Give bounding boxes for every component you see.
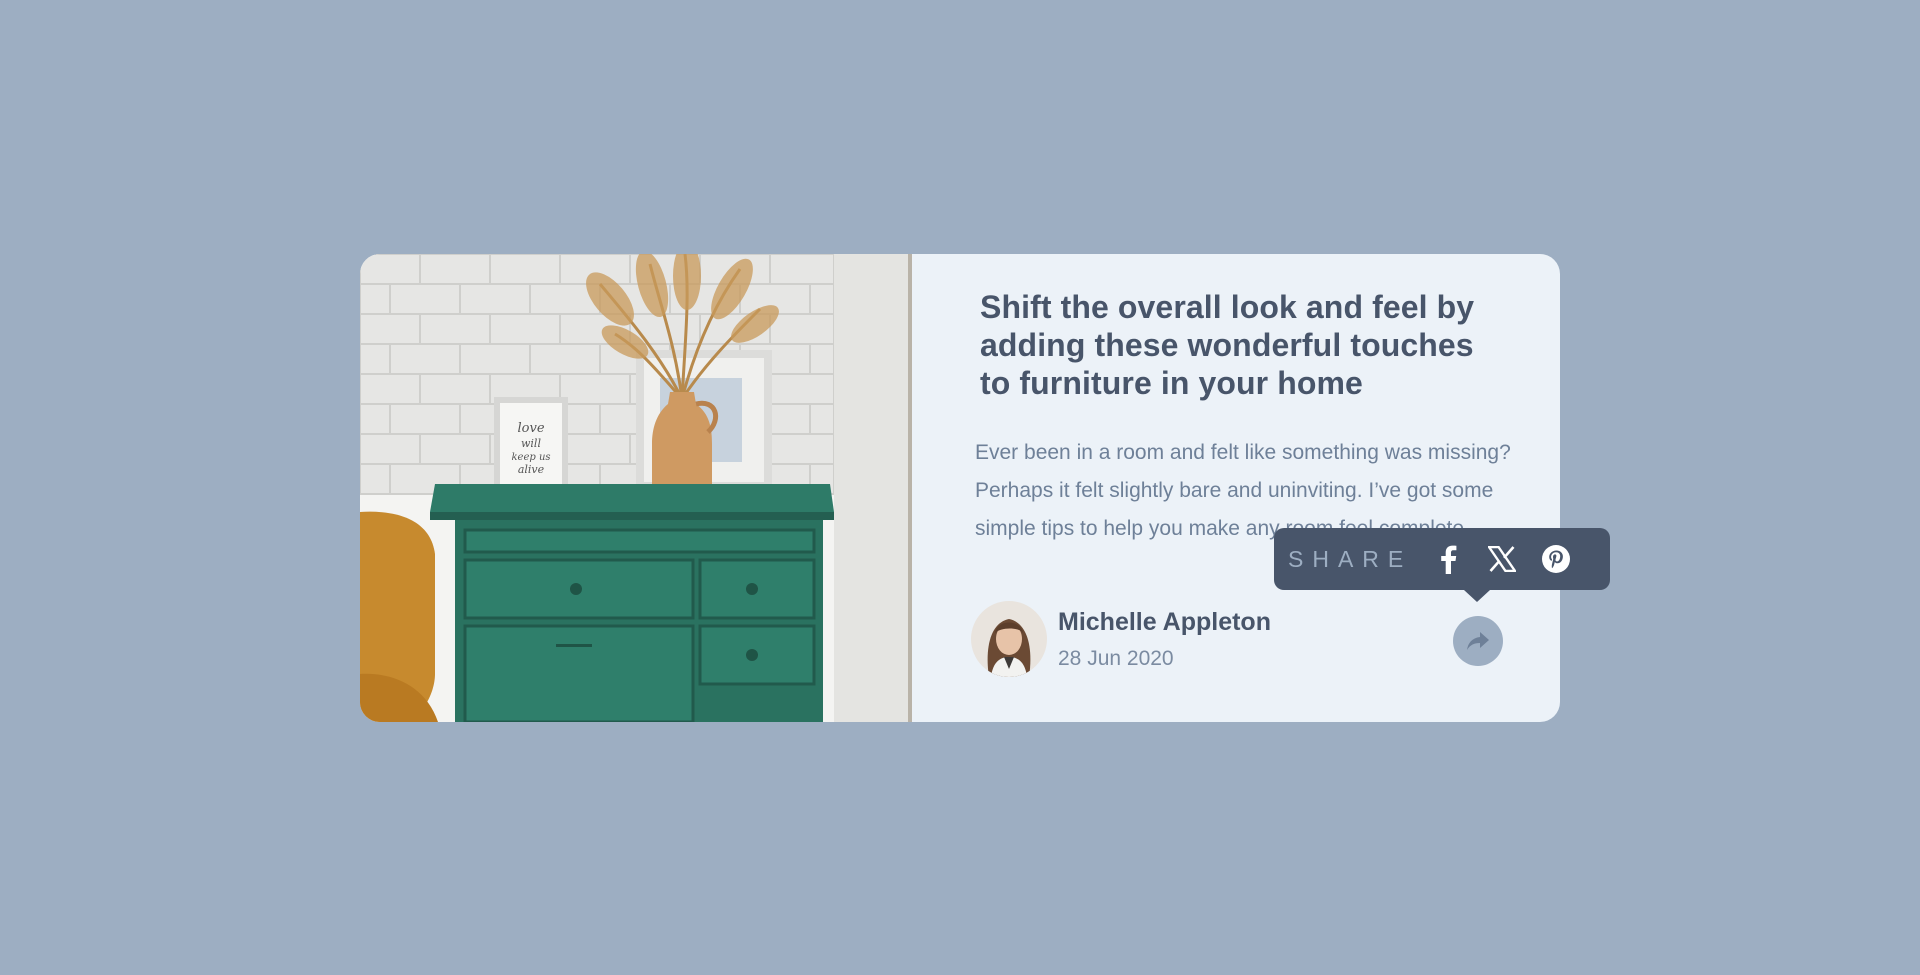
article-title: Shift the overall look and feel by addin… (980, 289, 1475, 401)
svg-text:love: love (517, 421, 544, 436)
share-label: SHARE (1288, 545, 1413, 572)
avatar-image (971, 601, 1047, 677)
share-button[interactable] (1453, 616, 1503, 666)
article-image: love will keep us alive (360, 254, 912, 722)
svg-text:alive: alive (518, 463, 545, 476)
facebook-icon[interactable] (1428, 539, 1468, 579)
pinterest-icon[interactable] (1536, 539, 1576, 579)
article-card: love will keep us alive Shift the overal… (360, 254, 1560, 722)
drawers-photo: love will keep us alive (360, 254, 912, 722)
svg-text:will: will (521, 437, 541, 450)
author-info: Michelle Appleton 28 Jun 2020 (971, 601, 1271, 677)
author-name: Michelle Appleton (1058, 607, 1271, 636)
avatar (971, 601, 1047, 677)
svg-text:keep us: keep us (511, 452, 550, 463)
share-tooltip: SHARE (1274, 528, 1610, 602)
post-date: 28 Jun 2020 (1058, 646, 1174, 670)
share-arrow-icon (1467, 632, 1489, 650)
x-icon[interactable] (1482, 539, 1522, 579)
